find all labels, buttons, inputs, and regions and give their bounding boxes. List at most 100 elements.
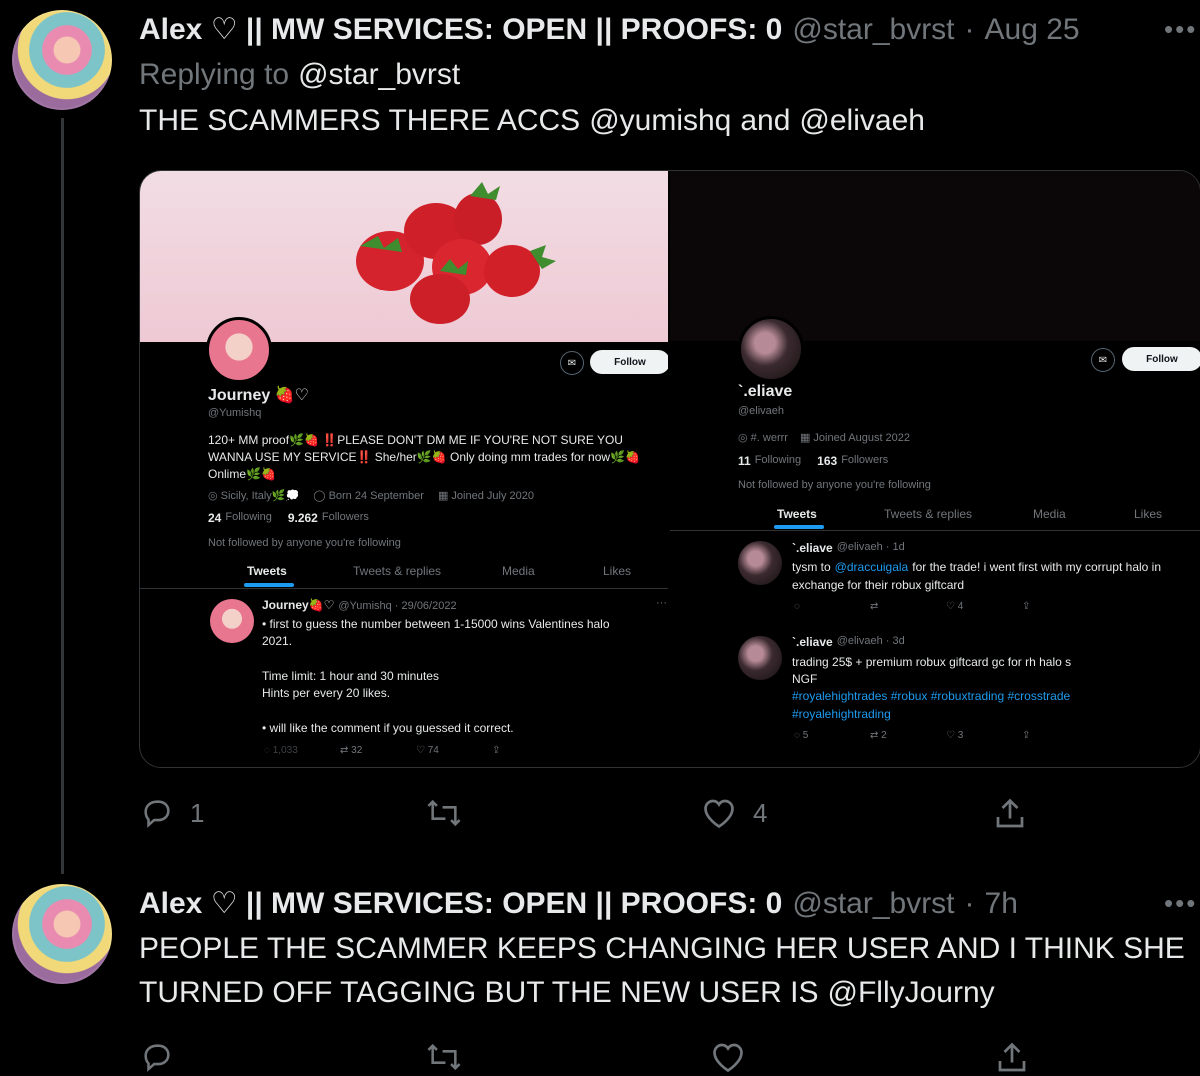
- tab-tweets[interactable]: Tweets: [247, 564, 287, 578]
- tab-tweets-replies[interactable]: Tweets & replies: [884, 507, 972, 521]
- heart-icon: ♡: [946, 601, 958, 612]
- profile-handle: @Yumishq: [208, 407, 262, 419]
- share-icon: [996, 798, 1024, 828]
- post-avatar[interactable]: [210, 599, 254, 643]
- more-dots-icon[interactable]: •••: [1164, 888, 1197, 919]
- bio-line: Onlime🌿🍓: [208, 467, 276, 481]
- reply-button[interactable]: [140, 1040, 174, 1074]
- post-meta: @elivaeh · 1d: [836, 541, 905, 553]
- share-icon[interactable]: ⇪: [1022, 601, 1030, 612]
- tab-likes[interactable]: Likes: [1134, 507, 1162, 521]
- attached-image-card[interactable]: ✉ Follow Journey 🍓♡ @Yumishq 120+ MM pro…: [139, 170, 1200, 768]
- retweet-icon: [427, 799, 461, 827]
- heart-icon: [704, 799, 734, 829]
- message-icon[interactable]: ✉: [1091, 348, 1115, 372]
- follow-button[interactable]: Follow: [1122, 347, 1200, 371]
- post-like-action[interactable]: ♡ 3: [946, 730, 963, 741]
- author-handle[interactable]: @star_bvrst: [792, 13, 954, 47]
- tab-media[interactable]: Media: [502, 564, 535, 578]
- joined-item: ▦ Joined July 2020: [437, 490, 534, 502]
- tweet-header: Alex ♡ || MW SERVICES: OPEN || PROOFS: 0…: [139, 12, 1080, 47]
- post-like-action[interactable]: ♡ 4: [946, 601, 963, 612]
- profile-avatar[interactable]: [738, 316, 804, 382]
- post-retweet-action[interactable]: ⇄ 2: [870, 730, 887, 741]
- followers-count[interactable]: 163: [817, 454, 837, 468]
- tab-likes[interactable]: Likes: [603, 564, 631, 578]
- author-name[interactable]: Alex ♡ || MW SERVICES: OPEN || PROOFS: 0: [139, 886, 782, 921]
- post-avatar[interactable]: [738, 541, 782, 585]
- follow-stats: 11 Following 163 Followers: [738, 454, 888, 468]
- following-label[interactable]: Following: [755, 454, 801, 468]
- retweet-icon[interactable]: ⇄: [870, 601, 878, 612]
- not-followed-note: Not followed by anyone you're following: [208, 537, 401, 549]
- left-profile-screenshot: ✉ Follow Journey 🍓♡ @Yumishq 120+ MM pro…: [140, 171, 668, 767]
- author-handle[interactable]: @star_bvrst: [792, 887, 954, 921]
- following-label[interactable]: Following: [225, 511, 271, 525]
- retweet-icon: ⇄: [340, 745, 352, 756]
- joined-item: ▦ Joined August 2022: [799, 432, 911, 444]
- hashtags-line[interactable]: #royalehightrading: [792, 707, 891, 721]
- following-count[interactable]: 24: [208, 511, 221, 525]
- post-reply-action[interactable]: ◌ 1,033: [264, 745, 298, 756]
- location-item: ◎ #. werrr: [738, 432, 788, 444]
- post-text-line: Hints per every 20 likes.: [262, 686, 391, 700]
- post-retweet-action[interactable]: ⇄ 32: [340, 745, 362, 756]
- replying-handle[interactable]: @star_bvrst: [298, 58, 460, 92]
- mention-link[interactable]: @draccuigala: [835, 560, 909, 574]
- post-text-line: NGF: [792, 672, 818, 686]
- bio-line: WANNA USE MY SERVICE‼️ She/her🌿🍓 Only do…: [208, 450, 640, 464]
- hashtags-line[interactable]: #royalehightrades #robux #robuxtrading #…: [792, 689, 1070, 703]
- location-item: ◎ Sicily, Italy🌿💭: [208, 490, 300, 502]
- profile-banner: [140, 171, 668, 342]
- tweet-text: THE SCAMMERS THERE ACCS @yumishq and @el…: [139, 104, 925, 138]
- post-author[interactable]: `.eliave: [792, 541, 833, 555]
- like-button[interactable]: 4: [701, 796, 767, 830]
- tweet-text-line: TURNED OFF TAGGING BUT THE NEW USER IS @…: [139, 976, 995, 1010]
- more-dots-icon[interactable]: •••: [1164, 14, 1197, 45]
- follow-button[interactable]: Follow: [590, 350, 668, 374]
- post-avatar[interactable]: [738, 636, 782, 680]
- strawberry-icon: 🍓: [274, 387, 295, 404]
- reply-button[interactable]: 1: [140, 796, 204, 830]
- post-author[interactable]: `.eliave: [792, 635, 833, 649]
- tweet-time[interactable]: Aug 25: [985, 13, 1080, 47]
- heart-icon: [713, 1043, 743, 1073]
- tabs-divider: [670, 530, 1200, 531]
- tab-tweets-replies[interactable]: Tweets & replies: [353, 564, 441, 578]
- retweet-icon: [427, 1043, 461, 1071]
- retweet-button[interactable]: [425, 1040, 463, 1074]
- more-dots-icon[interactable]: ···: [656, 597, 667, 609]
- followers-label[interactable]: Followers: [322, 511, 369, 525]
- retweet-button[interactable]: [425, 796, 463, 830]
- followers-count[interactable]: 9.262: [288, 511, 318, 525]
- reply-icon[interactable]: ◌: [794, 601, 800, 612]
- post-author[interactable]: Journey🍓♡: [262, 598, 334, 612]
- post-text-line: • first to guess the number between 1-15…: [262, 617, 610, 631]
- avatar[interactable]: [12, 884, 112, 984]
- mention-link[interactable]: @elivaeh: [799, 104, 925, 138]
- tab-tweets[interactable]: Tweets: [777, 507, 817, 521]
- mention-link[interactable]: @yumishq: [589, 104, 731, 138]
- followers-label[interactable]: Followers: [841, 454, 888, 468]
- like-button[interactable]: [710, 1040, 746, 1074]
- share-button[interactable]: [994, 1040, 1030, 1076]
- avatar[interactable]: [12, 10, 112, 110]
- share-button[interactable]: [992, 796, 1028, 832]
- replying-label: Replying to: [139, 58, 290, 91]
- thread-connector-line: [61, 118, 64, 874]
- tab-media[interactable]: Media: [1033, 507, 1066, 521]
- active-tab-indicator: [774, 525, 824, 529]
- following-count[interactable]: 11: [738, 454, 751, 468]
- tweet-time[interactable]: 7h: [985, 887, 1018, 921]
- author-name[interactable]: Alex ♡ || MW SERVICES: OPEN || PROOFS: 0: [139, 12, 782, 47]
- post-like-action[interactable]: ♡ 74: [416, 745, 439, 756]
- message-icon[interactable]: ✉: [560, 351, 584, 375]
- share-icon: [998, 1042, 1026, 1072]
- profile-avatar[interactable]: [206, 317, 272, 383]
- reply-icon: ◌: [264, 745, 273, 756]
- share-icon[interactable]: ⇪: [492, 745, 500, 756]
- post-header: Journey🍓♡ @Yumishq · 29/06/2022: [262, 598, 457, 612]
- post-reply-action[interactable]: ◌ 5: [794, 730, 808, 741]
- share-icon[interactable]: ⇪: [1022, 730, 1030, 741]
- profile-meta: ◎ Sicily, Italy🌿💭 ◯ Born 24 September ▦ …: [208, 489, 534, 502]
